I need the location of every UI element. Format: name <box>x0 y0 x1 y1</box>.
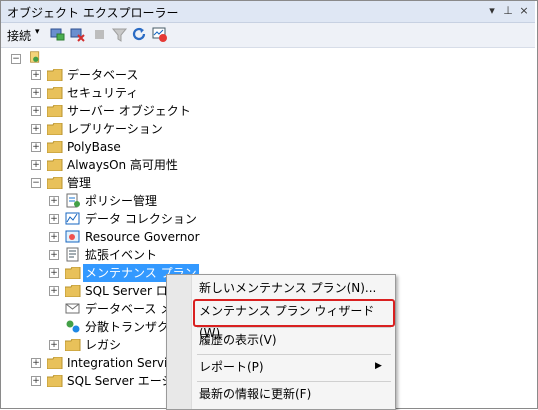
menu-item-new-maintenance-plan[interactable]: 新しいメンテナンス プラン(N)... <box>199 277 376 299</box>
stop-icon[interactable] <box>91 26 108 43</box>
policy-icon <box>66 193 80 208</box>
tree-label: 管理 <box>67 176 92 190</box>
folder-icon <box>47 159 63 171</box>
tree-node-integration-services[interactable]: + Integration Servi <box>31 354 167 372</box>
folder-icon <box>47 105 63 117</box>
window-position-dropdown[interactable]: ▾ <box>485 3 499 19</box>
tree-label: PolyBase <box>67 140 121 154</box>
connect-server-icon[interactable] <box>49 26 66 43</box>
menu-separator <box>197 381 391 382</box>
tree-node-data-collection[interactable]: + データ コレクション <box>49 210 249 228</box>
folder-icon <box>47 123 63 135</box>
folder-icon <box>47 357 63 369</box>
folder-open-icon <box>47 177 63 189</box>
folder-icon <box>47 87 63 99</box>
tree-node-extended-events[interactable]: + 拡張イベント <box>49 246 249 264</box>
connect-dropdown-icon[interactable]: ▾ <box>35 27 40 37</box>
expand-icon[interactable]: + <box>49 214 59 224</box>
tree-label: レガシ <box>85 338 122 352</box>
title-bar: オブジェクト エクスプローラー ▾ ⊥ × <box>1 1 535 23</box>
expand-icon[interactable]: + <box>31 358 41 368</box>
tree-node-database-mail[interactable]: データベース メー <box>49 300 184 318</box>
extended-events-icon <box>66 247 79 262</box>
tree-label: データ コレクション <box>85 212 197 226</box>
expand-icon[interactable]: + <box>49 340 59 350</box>
tree-label: Integration Servi <box>67 356 168 370</box>
window-title: オブジェクト エクスプローラー <box>7 6 179 20</box>
menu-item-view-history[interactable]: 履歴の表示(V) <box>199 329 277 351</box>
data-collection-icon <box>65 212 80 225</box>
expand-icon[interactable]: + <box>31 376 41 386</box>
folder-icon <box>65 339 81 351</box>
menu-icon-gutter <box>167 275 192 409</box>
expand-icon[interactable]: + <box>49 196 59 206</box>
connect-button[interactable]: 接続 <box>7 27 31 44</box>
tree-node-databases[interactable]: + データベース <box>31 66 231 84</box>
folder-icon <box>65 285 81 297</box>
toolbar: 接続 ▾ <box>1 23 535 48</box>
tree-node-security[interactable]: + セキュリティ <box>31 84 231 102</box>
pin-icon[interactable]: ⊥ <box>501 3 515 19</box>
tree-label: 拡張イベント <box>85 248 158 262</box>
tree-node-sql-server-agent[interactable]: + SQL Server エージ <box>31 372 174 390</box>
expand-icon[interactable]: + <box>49 268 59 278</box>
menu-item-maintenance-plan-wizard[interactable]: メンテナンス プラン ウィザード(W) <box>199 300 395 340</box>
folder-icon <box>47 375 63 387</box>
tree-node-alwayson[interactable]: + AlwaysOn 高可用性 <box>31 156 251 174</box>
close-icon[interactable]: × <box>517 3 531 19</box>
expand-icon[interactable]: + <box>31 88 41 98</box>
activity-monitor-icon[interactable] <box>151 26 168 43</box>
tree-node-resource-governor[interactable]: + Resource Governor <box>49 228 249 246</box>
tree-node-distributed-transactions[interactable]: 分散トランザクショ <box>49 318 193 336</box>
tree-node-sql-server-logs[interactable]: + SQL Server ロ <box>49 282 169 300</box>
context-menu: 新しいメンテナンス プラン(N)... メンテナンス プラン ウィザード(W) … <box>166 274 396 410</box>
tree-node-policy-management[interactable]: + ポリシー管理 <box>49 192 249 210</box>
tree-node-legacy[interactable]: + レガシ <box>49 336 169 354</box>
disconnect-icon[interactable] <box>69 26 86 43</box>
server-icon <box>30 51 40 63</box>
menu-item-refresh[interactable]: 最新の情報に更新(F) <box>199 383 311 405</box>
tree-node-replication[interactable]: + レプリケーション <box>31 120 231 138</box>
submenu-arrow-icon: ▶ <box>375 361 382 371</box>
tree-label: SQL Server ロ <box>85 284 168 298</box>
tree-node-server-objects[interactable]: + サーバー オブジェクト <box>31 102 231 120</box>
folder-icon <box>47 141 63 153</box>
tree-label: データベース <box>67 68 139 82</box>
tree-label: ポリシー管理 <box>85 194 158 208</box>
dtc-icon <box>66 320 80 333</box>
expand-icon[interactable]: + <box>31 124 41 134</box>
collapse-icon[interactable]: − <box>11 54 21 64</box>
folder-icon <box>47 69 63 81</box>
expand-icon[interactable]: + <box>31 142 41 152</box>
mail-icon <box>65 303 80 314</box>
expand-icon[interactable]: + <box>49 232 59 242</box>
expand-icon[interactable]: + <box>49 286 59 296</box>
menu-separator <box>197 354 391 355</box>
tree-label: Resource Governor <box>85 230 200 244</box>
tree-node-management[interactable]: − 管理 <box>31 174 231 192</box>
tree-label: SQL Server エージ <box>67 374 174 388</box>
tree-label: サーバー オブジェクト <box>67 104 191 118</box>
menu-item-reports[interactable]: レポート(P) <box>199 356 264 378</box>
tree-label: レプリケーション <box>67 122 163 136</box>
tree-label: セキュリティ <box>67 86 139 100</box>
expand-icon[interactable]: + <box>31 160 41 170</box>
expand-icon[interactable]: + <box>31 70 41 80</box>
menu-separator <box>197 327 391 328</box>
collapse-icon[interactable]: − <box>31 178 41 188</box>
folder-icon <box>65 267 81 279</box>
resource-governor-icon <box>65 230 80 243</box>
tree-label: AlwaysOn 高可用性 <box>67 158 178 172</box>
expand-icon[interactable]: + <box>31 106 41 116</box>
expand-icon[interactable]: + <box>49 250 59 260</box>
refresh-icon[interactable] <box>131 26 148 43</box>
filter-icon[interactable] <box>111 26 128 43</box>
tree-node-polybase[interactable]: + PolyBase <box>31 138 231 156</box>
